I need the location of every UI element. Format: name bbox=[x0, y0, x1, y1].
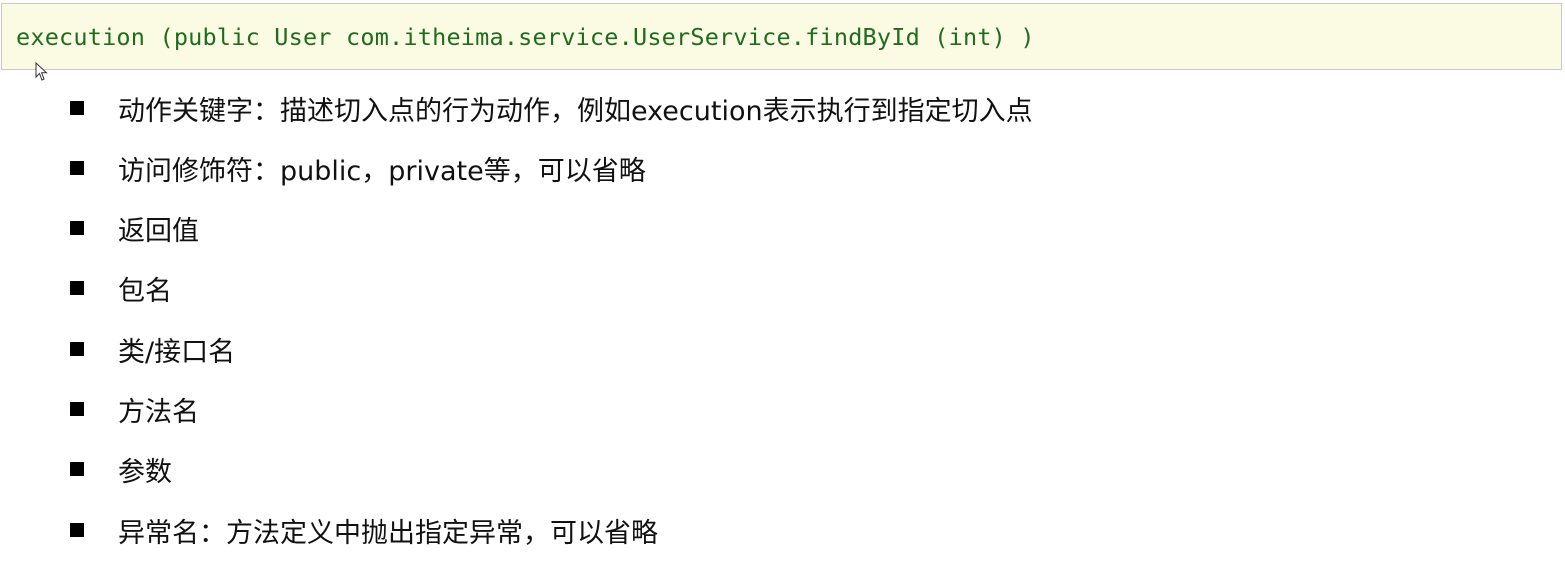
square-bullet-icon bbox=[70, 402, 84, 416]
bullet-list: 动作关键字：描述切入点的行为动作，例如execution表示执行到指定切入点 访… bbox=[0, 0, 1565, 572]
list-item: 访问修饰符：public，private等，可以省略 bbox=[70, 148, 646, 188]
list-item-text: 异常名：方法定义中抛出指定异常，可以省略 bbox=[118, 517, 658, 549]
list-item-text: 方法名 bbox=[118, 396, 199, 428]
square-bullet-icon bbox=[70, 462, 84, 476]
list-item: 异常名：方法定义中抛出指定异常，可以省略 bbox=[70, 510, 658, 550]
list-item: 方法名 bbox=[70, 389, 199, 429]
list-item-text: 参数 bbox=[118, 456, 172, 488]
list-item: 返回值 bbox=[70, 208, 199, 248]
square-bullet-icon bbox=[70, 161, 84, 175]
list-item: 类/接口名 bbox=[70, 329, 235, 369]
list-item: 动作关键字：描述切入点的行为动作，例如execution表示执行到指定切入点 bbox=[70, 88, 1033, 128]
square-bullet-icon bbox=[70, 342, 84, 356]
list-item: 参数 bbox=[70, 449, 172, 489]
list-item-text: 访问修饰符：public，private等，可以省略 bbox=[118, 155, 646, 187]
square-bullet-icon bbox=[70, 523, 84, 537]
list-item-text: 包名 bbox=[118, 275, 172, 307]
list-item-text: 动作关键字：描述切入点的行为动作，例如execution表示执行到指定切入点 bbox=[118, 95, 1033, 127]
list-item-text: 返回值 bbox=[118, 215, 199, 247]
square-bullet-icon bbox=[70, 101, 84, 115]
square-bullet-icon bbox=[70, 281, 84, 295]
square-bullet-icon bbox=[70, 221, 84, 235]
list-item: 包名 bbox=[70, 268, 172, 308]
list-item-text: 类/接口名 bbox=[118, 336, 236, 368]
